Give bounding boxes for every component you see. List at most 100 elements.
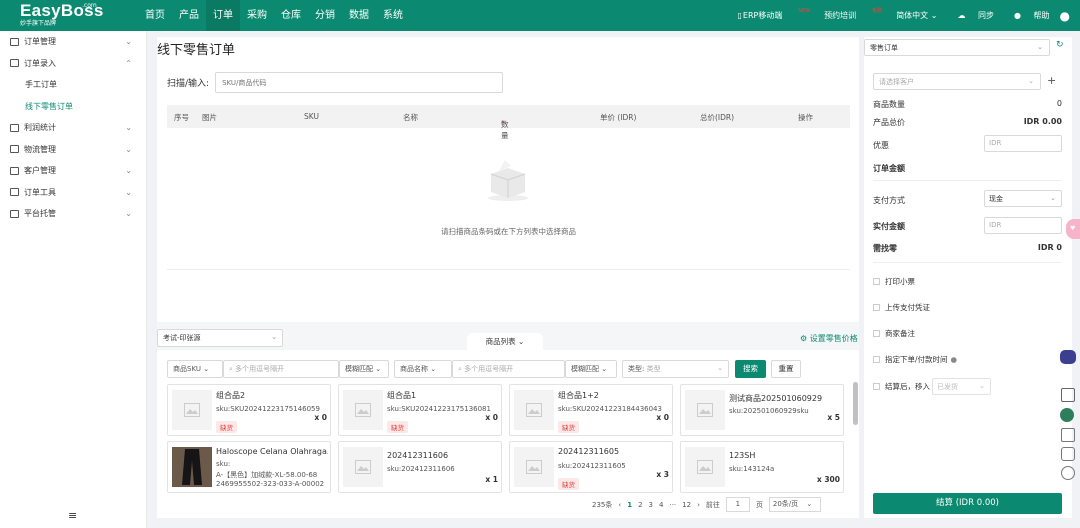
sidebar-item-customer[interactable]: 客户管理 ⌄: [0, 160, 146, 182]
upload-voucher-checkbox[interactable]: 上传支付凭证: [873, 302, 930, 313]
page-1[interactable]: 1: [627, 501, 632, 509]
nav-home[interactable]: 首页: [138, 0, 172, 31]
payment-select[interactable]: 现金 ⌄: [984, 190, 1062, 207]
calendar-icon[interactable]: [1061, 428, 1075, 442]
product-card[interactable]: 123SH sku:143124a x 300: [680, 441, 844, 493]
settle-button[interactable]: 结算 (IDR 0.00): [873, 493, 1062, 514]
chat-icon[interactable]: [1061, 447, 1075, 461]
chevron-up-icon: ⌃: [125, 58, 132, 68]
nav-purchase[interactable]: 采购: [240, 0, 274, 31]
next-page-icon[interactable]: ›: [697, 501, 700, 509]
tab-product-list[interactable]: 商品列表 ⌄: [467, 333, 543, 350]
sidebar-item-platform[interactable]: 平台托管 ⌄: [0, 203, 146, 225]
sku-field-select[interactable]: 商品SKU ⌄: [167, 360, 223, 378]
language-select[interactable]: 简体中文 ⌄: [886, 10, 937, 21]
page-3[interactable]: 3: [649, 501, 653, 509]
prev-page-icon[interactable]: ‹: [618, 501, 621, 509]
top-right-tools: ▯ERP移动端 NEW 预约培训 免费 简体中文 ⌄ ☁ 同步 ● 帮助 ●: [717, 0, 1070, 31]
nav-order[interactable]: 订单: [206, 0, 240, 31]
logo[interactable]: EasyBoss .com 妙手旗下品牌: [20, 2, 104, 28]
discount-input[interactable]: IDR: [984, 135, 1062, 152]
product-card[interactable]: 组合品1+2 sku:SKU20241223184436043 缺货 x 0: [509, 384, 673, 436]
page-input[interactable]: 1: [725, 497, 750, 512]
page-12[interactable]: 12: [682, 501, 691, 509]
erp-mobile-link[interactable]: ▯ERP移动端 NEW: [727, 8, 810, 21]
move-status-select[interactable]: 已发货 ⌄: [932, 378, 991, 395]
qty-label: 商品数量: [873, 100, 905, 109]
change-label: 需找零: [873, 244, 897, 253]
type-select[interactable]: 类型: 类型 ⌄: [622, 360, 729, 378]
sku-match-select[interactable]: 模糊匹配 ⌄: [339, 360, 389, 378]
page-size-select[interactable]: 20条/页 ⌄: [768, 497, 821, 512]
chevron-down-icon: ⌄: [1037, 43, 1043, 51]
nav-distribution[interactable]: 分销: [308, 0, 342, 31]
page-4[interactable]: 4: [659, 501, 663, 509]
search-icon: ⌕: [229, 365, 233, 373]
product-card[interactable]: 202412311605 sku:202412311605 缺货 x 3: [509, 441, 673, 493]
page-ellipsis[interactable]: ···: [669, 501, 676, 509]
chevron-down-icon: ⌄: [125, 123, 132, 133]
name-input[interactable]: ⌕ 多个用逗号隔开: [452, 360, 565, 378]
nav-data[interactable]: 数据: [342, 0, 376, 31]
out-of-stock-badge: 缺货: [558, 478, 579, 490]
sidebar-item-logistics[interactable]: 物流管理 ⌄: [0, 139, 146, 161]
total-value: IDR 0.00: [1023, 117, 1062, 126]
menu-collapse-icon[interactable]: ≡: [68, 509, 77, 522]
floating-helper-icon[interactable]: ♥: [1066, 219, 1080, 239]
order-type-select[interactable]: 零售订单 ⌄: [864, 39, 1050, 56]
product-card[interactable]: 组合品1 sku:SKU20241223175136081 缺货 x 0: [338, 384, 502, 436]
sidebar-item-order-tools[interactable]: 订单工具 ⌄: [0, 182, 146, 204]
chevron-down-icon: ⌄: [125, 209, 132, 219]
goto-label: 前往: [705, 500, 720, 509]
search-button[interactable]: 搜索: [735, 360, 766, 378]
sidebar-item-profit[interactable]: 利润统计 ⌄: [0, 117, 146, 139]
avatar[interactable]: [1060, 408, 1074, 422]
specify-time-checkbox[interactable]: 指定下单/付款时间 ●: [873, 354, 957, 365]
info-icon: ●: [950, 355, 958, 364]
name-field-select[interactable]: 商品名称 ⌄: [394, 360, 452, 378]
search-icon: ⌕: [458, 365, 462, 373]
sidebar-item-offline-retail[interactable]: 线下零售订单: [0, 96, 146, 118]
product-card[interactable]: 202412311606 sku:202412311606 x 1: [338, 441, 502, 493]
nav-system[interactable]: 系统: [376, 0, 410, 31]
training-link[interactable]: 预约培训 免费: [814, 8, 882, 21]
discount-label: 优惠: [873, 141, 889, 150]
page-2[interactable]: 2: [638, 501, 642, 509]
store-select[interactable]: 考试-印张源 ⌄: [157, 329, 283, 347]
qty-value: 0: [1056, 99, 1062, 108]
customer-select[interactable]: 请选择客户 ⌄: [873, 73, 1041, 90]
sidebar-item-manual-order[interactable]: 手工订单: [0, 74, 146, 96]
sync-button[interactable]: ☁ 同步: [947, 10, 994, 21]
scan-input[interactable]: [215, 72, 504, 93]
merchant-note-checkbox[interactable]: 商家备注: [873, 328, 915, 339]
product-card[interactable]: 测试商品202501060929 sku:202501060929sku x 5: [680, 384, 844, 436]
payment-label: 支付方式: [873, 196, 905, 205]
sku-input[interactable]: ⌕ 多个用逗号隔开: [223, 360, 339, 378]
sidebar-item-order-manage[interactable]: 订单管理 ⌄: [0, 31, 146, 53]
print-receipt-checkbox[interactable]: 打印小票: [873, 276, 915, 287]
product-list-scrollbar[interactable]: [853, 382, 858, 425]
move-after-settle-checkbox[interactable]: 结算后，移入: [873, 381, 930, 392]
help-button[interactable]: ● 帮助: [1004, 10, 1050, 21]
product-card[interactable]: 组合品2 sku:SKU20241223175146059 缺货 x 0: [167, 384, 331, 436]
user-icon[interactable]: ●: [1060, 9, 1070, 23]
sync-icon: ☁: [957, 11, 966, 20]
sidebar-item-order-entry[interactable]: 订单录入 ⌃: [0, 53, 146, 75]
paid-input[interactable]: IDR: [984, 217, 1062, 234]
chevron-down-icon: ⌄: [125, 166, 132, 176]
refresh-icon[interactable]: ↻: [1056, 40, 1064, 50]
platform-icon: [10, 209, 19, 218]
reset-button[interactable]: 重置: [771, 360, 801, 378]
set-retail-price-link[interactable]: ⚙ 设置零售价格: [800, 333, 858, 344]
chatbot-icon[interactable]: [1060, 350, 1076, 364]
scan-label: 扫描/输入:: [167, 79, 210, 89]
name-match-select[interactable]: 模糊匹配 ⌄: [565, 360, 617, 378]
nav-warehouse[interactable]: 仓库: [274, 0, 308, 31]
nav-product[interactable]: 产品: [172, 0, 206, 31]
document-icon[interactable]: [1061, 388, 1075, 402]
clock-icon[interactable]: [1061, 466, 1075, 480]
add-customer-button[interactable]: +: [1047, 74, 1056, 87]
table-header: 序号 图片 SKU 名称 * 数量 单价 (IDR) 总价(IDR) 操作: [167, 105, 850, 140]
product-card[interactable]: Haloscope Celana Olahraga... sku: A-【黑色】…: [167, 441, 331, 493]
col-image: 图片: [202, 113, 217, 122]
